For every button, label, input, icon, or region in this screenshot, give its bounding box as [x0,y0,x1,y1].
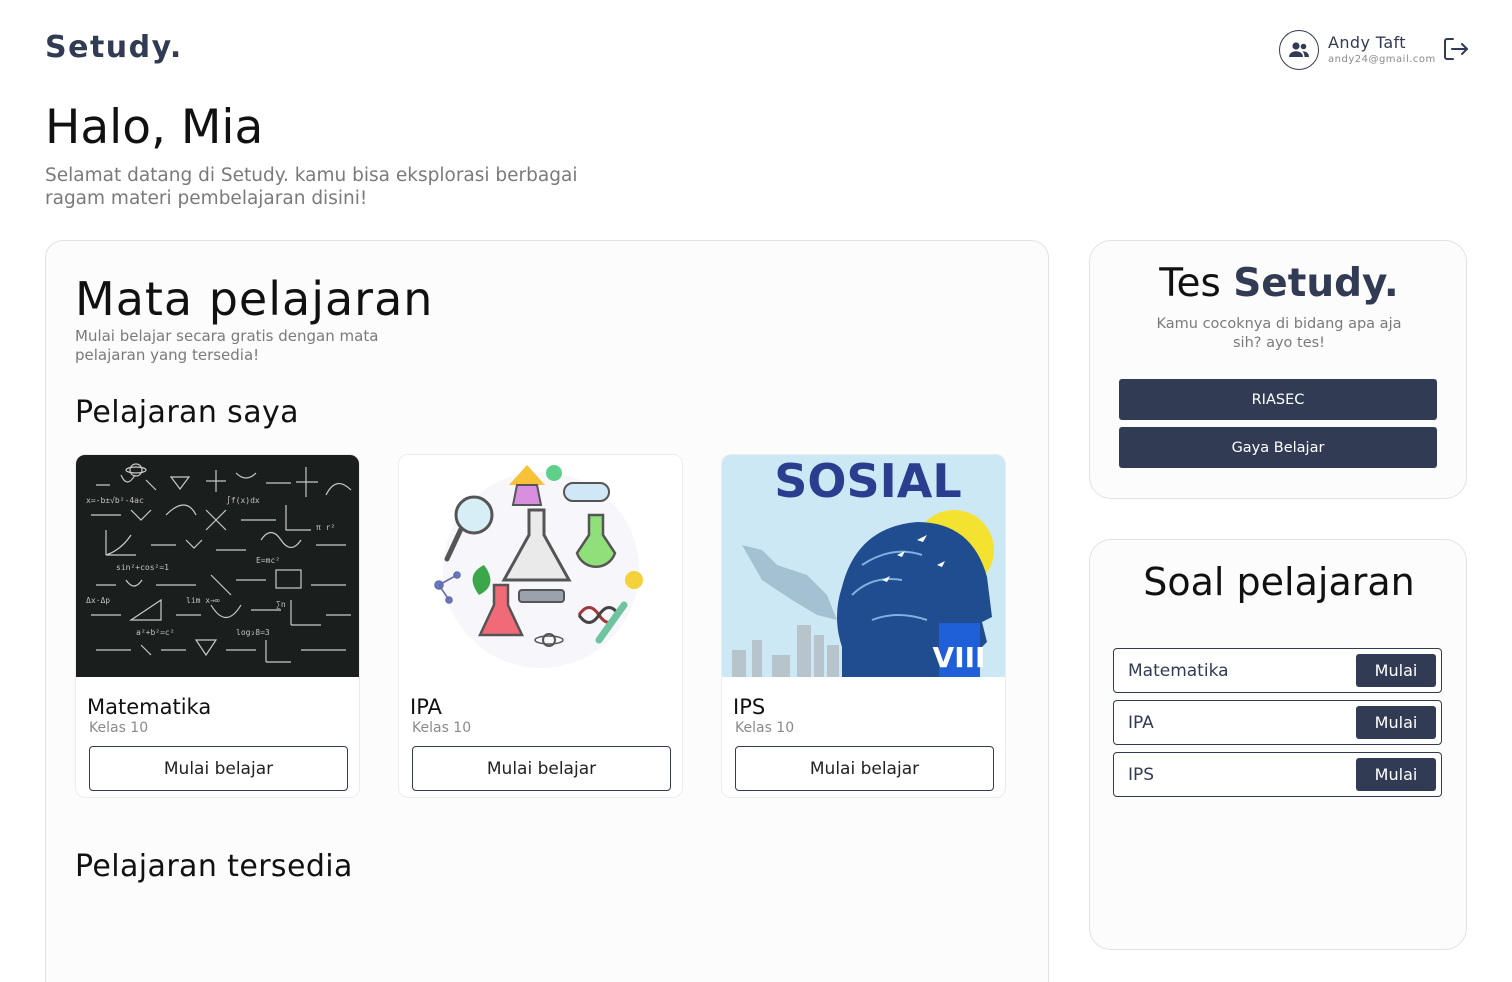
available-lessons-title: Pelajaran tersedia [75,849,353,884]
sosial-book-cover-image: SOSIAL VIII [722,455,1005,677]
practice-row: IPS Mulai [1113,752,1442,797]
greeting-subtitle: Selamat datang di Setudy. kamu bisa eksp… [45,165,578,209]
tes-title-prefix: Tes [1159,261,1221,306]
svg-text:∫f(x)dx: ∫f(x)dx [226,496,260,505]
cover-badge: VIII [933,641,986,674]
svg-text:E=mc²: E=mc² [256,556,280,565]
practice-subject-label: IPS [1128,765,1155,785]
course-name: IPS [733,695,766,719]
course-card: x=-b±√b²-4ac ∫f(x)dx sin²+cos²=1 E=mc² Δx·… [75,454,360,798]
svg-text:a²+b²=c²: a²+b²=c² [136,628,175,637]
cover-title: SOSIAL [774,455,961,508]
course-grade: Kelas 10 [412,720,472,736]
subjects-subtitle: Mulai belajar secara gratis dengan mata … [75,327,379,364]
practice-row: IPA Mulai [1113,700,1442,745]
tes-subtitle: Kamu cocoknya di bidang apa aja sih? ayo… [1156,316,1402,351]
practice-row: Matematika Mulai [1113,648,1442,693]
greeting-title: Halo, Mia [45,100,264,155]
start-practice-button[interactable]: Mulai [1356,654,1436,687]
course-name: Matematika [87,695,212,719]
course-grade: Kelas 10 [89,720,149,736]
learning-style-button[interactable]: Gaya Belajar [1119,427,1437,468]
user-group-icon [1279,30,1319,70]
practice-subject-label: IPA [1128,713,1154,733]
user-name: Andy Taft [1328,33,1406,52]
course-name: IPA [410,695,442,719]
subjects-title: Mata pelajaran [75,272,434,326]
my-lessons-title: Pelajaran saya [75,395,299,430]
svg-text:sin²+cos²=1: sin²+cos²=1 [116,563,169,572]
svg-text:lim x→∞: lim x→∞ [186,596,220,605]
start-learning-button[interactable]: Mulai belajar [735,746,994,791]
course-card: IPA Kelas 10 Mulai belajar [398,454,683,798]
course-card: SOSIAL VIII IPS Kelas 10 Mulai belajar [721,454,1006,798]
svg-text:Δx·Δp: Δx·Δp [86,596,110,605]
start-learning-button[interactable]: Mulai belajar [412,746,671,791]
svg-text:π r²: π r² [316,523,335,532]
tes-setudy-panel: Tes Setudy. Kamu cocoknya di bidang apa … [1089,240,1467,499]
riasec-button[interactable]: RIASEC [1119,379,1437,420]
start-practice-button[interactable]: Mulai [1356,706,1436,739]
user-email: andy24@gmail.com [1328,54,1436,65]
practice-title: Soal pelajaran [1143,560,1415,604]
svg-text:x=-b±√b²-4ac: x=-b±√b²-4ac [86,496,144,505]
start-practice-button[interactable]: Mulai [1356,758,1436,791]
tes-title: Tes Setudy. [1090,261,1468,306]
start-learning-button[interactable]: Mulai belajar [89,746,348,791]
chalkboard-math-image: x=-b±√b²-4ac ∫f(x)dx sin²+cos²=1 E=mc² Δx·… [76,455,359,677]
svg-text:∑n: ∑n [276,600,286,609]
practice-subject-label: Matematika [1128,661,1229,681]
logout-icon[interactable] [1442,36,1470,62]
course-grade: Kelas 10 [735,720,795,736]
practice-questions-panel: Soal pelajaran Matematika Mulai IPA Mula… [1089,539,1467,950]
svg-text:log₂8=3: log₂8=3 [236,628,270,637]
app-logo[interactable]: Setudy. [45,30,183,65]
tes-title-brand: Setudy. [1233,261,1399,306]
science-illustration-image [399,455,682,677]
